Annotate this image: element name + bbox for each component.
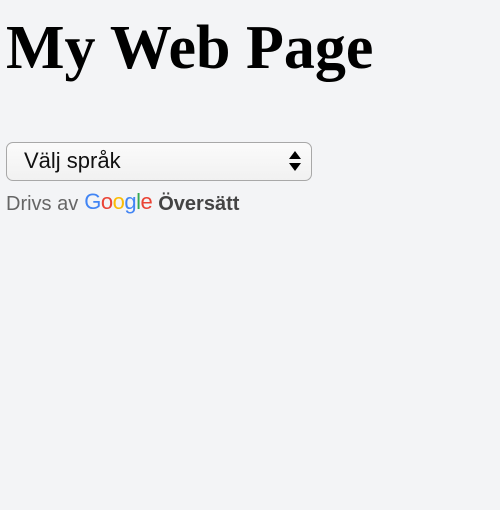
powered-by-attribution: Drivs av Google Översätt — [6, 189, 312, 217]
google-translate-widget: Välj språk Drivs av Google Översätt — [6, 142, 312, 217]
language-select-value: Välj språk — [24, 148, 121, 173]
google-logo-letter: o — [112, 189, 125, 214]
select-arrows-icon — [288, 149, 302, 173]
google-logo-letter: g — [124, 189, 137, 214]
page-title: My Web Page — [6, 14, 374, 82]
powered-by-label: Drivs av — [6, 192, 79, 215]
google-logo-letter: G — [84, 189, 101, 214]
language-select[interactable]: Välj språk — [6, 142, 312, 181]
translate-link[interactable]: Översätt — [158, 193, 239, 216]
google-logo-letter: e — [140, 189, 153, 214]
google-logo: Google — [84, 189, 153, 215]
google-logo-letter: o — [100, 189, 113, 214]
